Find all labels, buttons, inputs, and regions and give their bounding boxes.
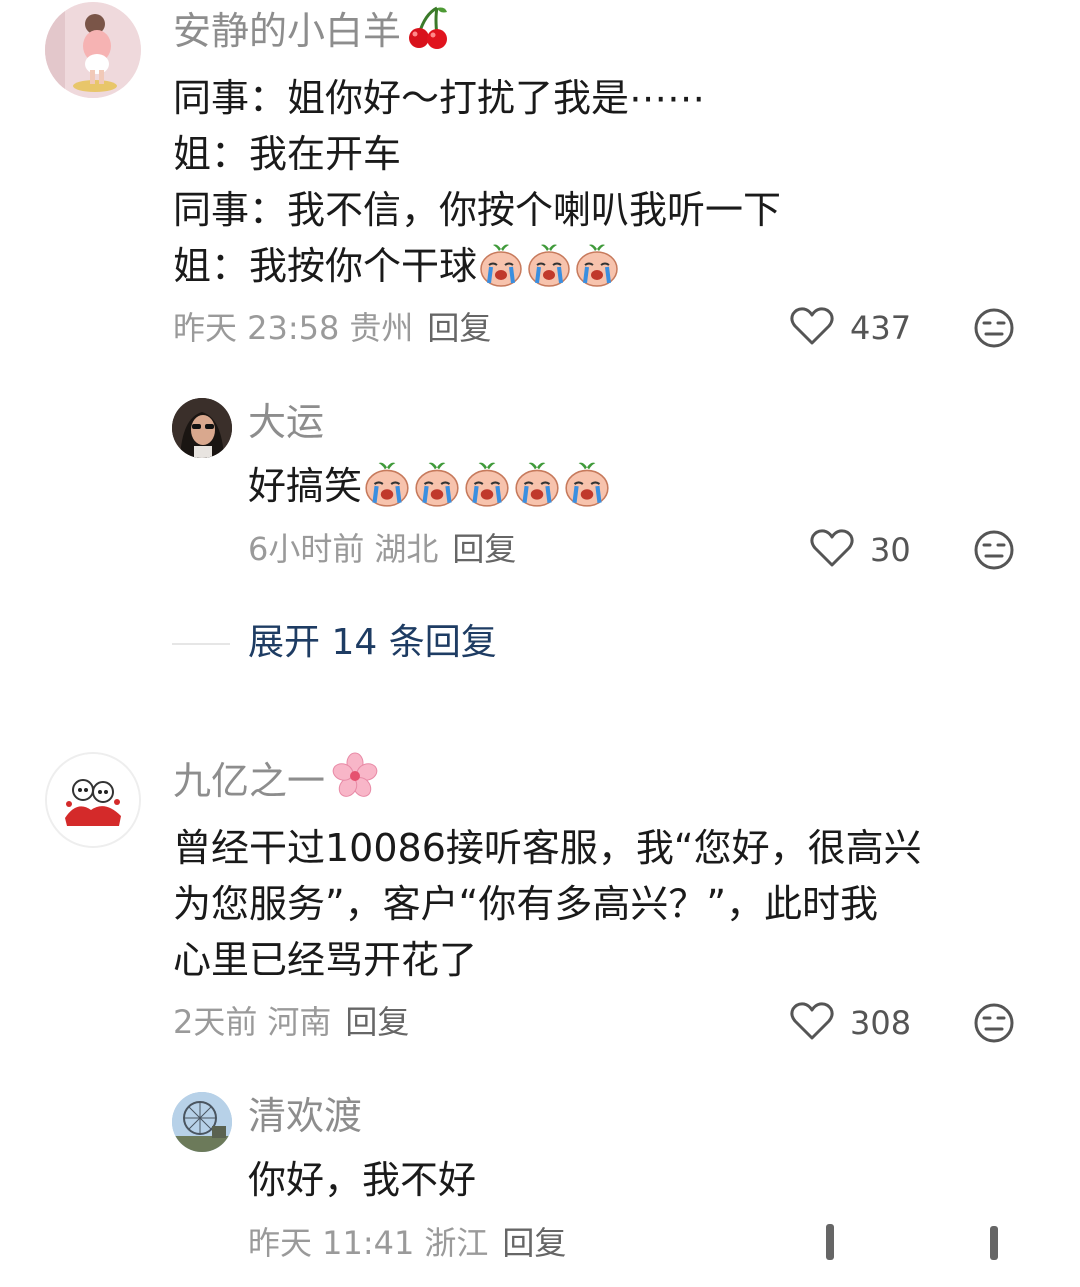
like-button[interactable]: 437 [790, 306, 911, 350]
comment-line: 曾经干过10086接听客服，我“您好，很高兴 [173, 826, 922, 870]
avatar[interactable] [45, 752, 141, 848]
heart-outline-icon [810, 528, 854, 572]
crying-emoji [562, 461, 612, 522]
meh-face-icon[interactable] [974, 1003, 1014, 1043]
reply-time: 6小时前 [248, 530, 365, 568]
crying-emoji [412, 461, 462, 522]
reply-location: 湖北 [374, 530, 439, 568]
comment-location: 河南 [267, 1003, 332, 1041]
comment-location: 贵州 [349, 309, 414, 347]
meh-face-icon[interactable] [974, 308, 1014, 348]
reply-location: 浙江 [424, 1224, 489, 1262]
comment-time: 昨天 23:58 [173, 309, 340, 347]
crying-emoji [462, 461, 512, 522]
username-text[interactable]: 九亿之一 [173, 759, 325, 803]
reply-line: 好搞笑 [248, 458, 612, 514]
comment-line: 姐：我在开车 [173, 132, 402, 176]
expand-divider [172, 643, 230, 645]
reply-button[interactable]: 回复 [452, 530, 516, 568]
like-button[interactable]: 308 [790, 1001, 911, 1045]
comment-line: 为您服务”，客户“你有多高兴？”，此时我 [173, 882, 879, 926]
meh-face-icon[interactable] [974, 530, 1014, 570]
reply-meta: 6小时前 湖北 回复 [248, 529, 516, 569]
comment-time: 2天前 [173, 1003, 258, 1041]
crying-emoji [477, 243, 525, 302]
reply-username[interactable]: 大运 [248, 398, 324, 446]
cherry-blossom-emoji [331, 752, 379, 811]
reply-button[interactable]: 回复 [345, 1003, 409, 1041]
comment-username[interactable]: 安静的小白羊 [173, 4, 449, 61]
avatar[interactable] [172, 1092, 232, 1152]
reply-text: 好搞笑 [248, 458, 612, 514]
reply-text: 你好，我不好 [248, 1152, 476, 1208]
comment-line: 心里已经骂开花了 [173, 938, 478, 982]
like-count: 30 [870, 531, 911, 569]
like-button-partial[interactable] [826, 1224, 834, 1260]
cherry-emoji [407, 4, 449, 61]
avatar[interactable] [172, 398, 232, 458]
reply-button[interactable]: 回复 [502, 1224, 566, 1262]
reply-line: 你好，我不好 [248, 1158, 477, 1202]
comment-username[interactable]: 九亿之一 [173, 752, 379, 811]
reply-username[interactable]: 清欢渡 [248, 1092, 362, 1140]
comment-line: 同事：我不信，你按个喇叭我听一下 [173, 188, 782, 232]
avatar[interactable] [45, 2, 141, 98]
crying-emoji [362, 461, 412, 522]
heart-outline-icon [790, 306, 834, 350]
comment-text: 同事：姐你好～打扰了我是⋯⋯ 姐：我在开车 同事：我不信，你按个喇叭我听一下 姐… [173, 70, 781, 294]
comment-line-with-emoji: 姐：我按你个干球 [173, 238, 781, 294]
comment-text: 曾经干过10086接听客服，我“您好，很高兴 为您服务”，客户“你有多高兴？”，… [173, 820, 922, 988]
comment-meta: 昨天 23:58 贵州 回复 [173, 308, 491, 348]
crying-emoji [525, 243, 573, 302]
meh-face-icon-partial[interactable] [990, 1226, 998, 1260]
reply-time: 昨天 11:41 [248, 1224, 415, 1262]
crying-emoji [512, 461, 562, 522]
reply-meta: 昨天 11:41 浙江 回复 [248, 1223, 566, 1263]
like-count: 437 [850, 309, 912, 347]
comment-line-text: 姐：我按你个干球 [173, 244, 478, 288]
comment-line: 同事：姐你好～打扰了我是⋯⋯ [173, 76, 706, 120]
crying-emoji [573, 243, 621, 302]
reply-line-text: 好搞笑 [248, 464, 363, 508]
comment-meta: 2天前 河南 回复 [173, 1002, 409, 1042]
heart-outline-icon [790, 1001, 834, 1045]
expand-replies-button[interactable]: 展开 14 条回复 [248, 621, 497, 665]
reply-button[interactable]: 回复 [427, 309, 491, 347]
username-text[interactable]: 安静的小白羊 [173, 9, 401, 53]
like-button[interactable]: 30 [810, 528, 911, 572]
like-count: 308 [850, 1004, 912, 1042]
